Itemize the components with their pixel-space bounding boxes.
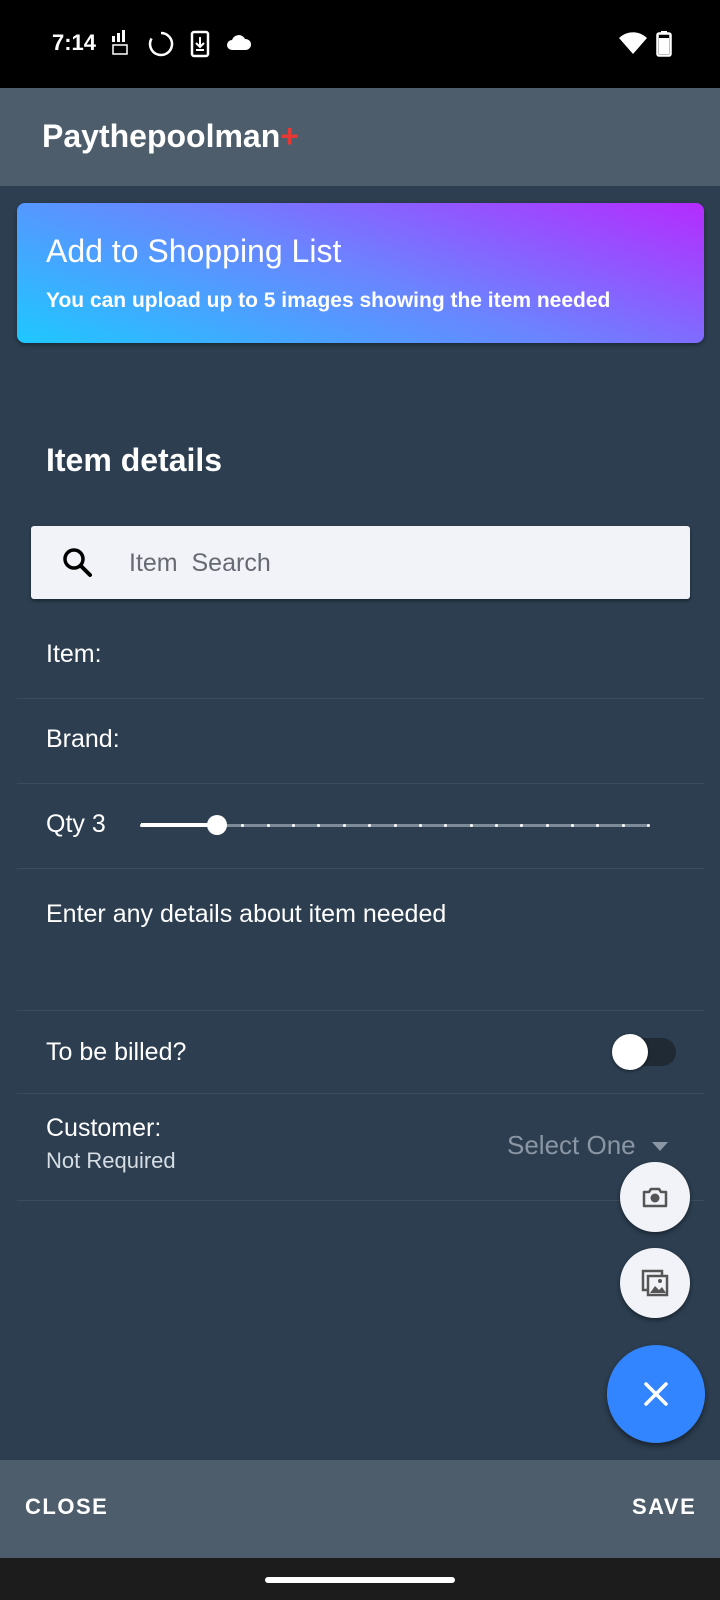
search-icon — [63, 548, 92, 577]
home-gesture-handle[interactable] — [265, 1577, 455, 1583]
slider-fill — [141, 823, 218, 827]
wifi-icon — [619, 32, 647, 54]
slider-tick — [266, 824, 270, 827]
app-title-plus: + — [280, 118, 299, 154]
save-button[interactable]: SAVE — [632, 1494, 696, 1520]
details-input[interactable]: Enter any details about item needed — [46, 900, 446, 929]
slider-tick — [190, 824, 194, 827]
divider — [17, 1093, 704, 1094]
cloud-icon — [227, 35, 252, 50]
item-search-box[interactable] — [31, 526, 690, 601]
camera-icon — [642, 1187, 668, 1208]
divider — [17, 698, 704, 699]
camera-button[interactable] — [620, 1162, 690, 1232]
slider-tick — [545, 824, 549, 827]
qty-label: Qty 3 — [46, 810, 106, 838]
slider-tick — [140, 824, 143, 827]
status-bar: 7:14 — [0, 0, 720, 88]
slider-tick — [494, 824, 498, 827]
system-nav-bar — [0, 1558, 720, 1600]
customer-label: Customer: — [46, 1114, 162, 1142]
divider — [17, 1010, 704, 1011]
signal-volte-icon — [112, 30, 128, 55]
bottom-action-bar: CLOSE SAVE — [0, 1460, 720, 1558]
billed-label: To be billed? — [46, 1038, 187, 1066]
item-label: Item: — [46, 640, 102, 668]
banner-title: Add to Shopping List — [46, 233, 342, 269]
slider-tick — [393, 824, 397, 827]
divider — [17, 783, 704, 784]
status-time: 7:14 — [52, 30, 97, 55]
chevron-down-icon — [652, 1142, 668, 1151]
header-banner: Add to Shopping List You can upload up t… — [17, 203, 704, 343]
customer-select-value[interactable]: Select One — [507, 1130, 636, 1161]
section-title: Item details — [46, 442, 223, 478]
toggle-thumb — [612, 1034, 648, 1070]
slider-tick — [469, 824, 473, 827]
battery-icon — [656, 31, 672, 57]
divider — [17, 1200, 704, 1201]
slider-tick — [570, 824, 574, 827]
slider-tick — [418, 824, 422, 827]
slider-tick — [621, 824, 625, 827]
app-title: Paythepoolman+ — [42, 118, 299, 155]
close-fab-button[interactable] — [607, 1345, 705, 1443]
slider-tick — [647, 824, 650, 827]
gallery-button[interactable] — [620, 1248, 690, 1318]
divider — [17, 868, 704, 869]
customer-sublabel: Not Required — [46, 1148, 176, 1173]
close-icon — [644, 1382, 668, 1406]
slider-thumb[interactable] — [207, 815, 228, 835]
app-bar: Paythepoolman+ — [0, 88, 720, 186]
download-icon — [190, 30, 210, 58]
banner-subtitle: You can upload up to 5 images showing th… — [46, 289, 611, 312]
gallery-icon — [641, 1269, 669, 1297]
loading-circle-icon — [148, 31, 174, 57]
close-button[interactable]: CLOSE — [25, 1494, 108, 1520]
app-title-text: Paythepoolman — [42, 118, 281, 154]
slider-tick — [342, 824, 346, 827]
billed-toggle[interactable] — [612, 1034, 676, 1070]
brand-label: Brand: — [46, 725, 120, 753]
item-search-input[interactable] — [127, 526, 671, 601]
